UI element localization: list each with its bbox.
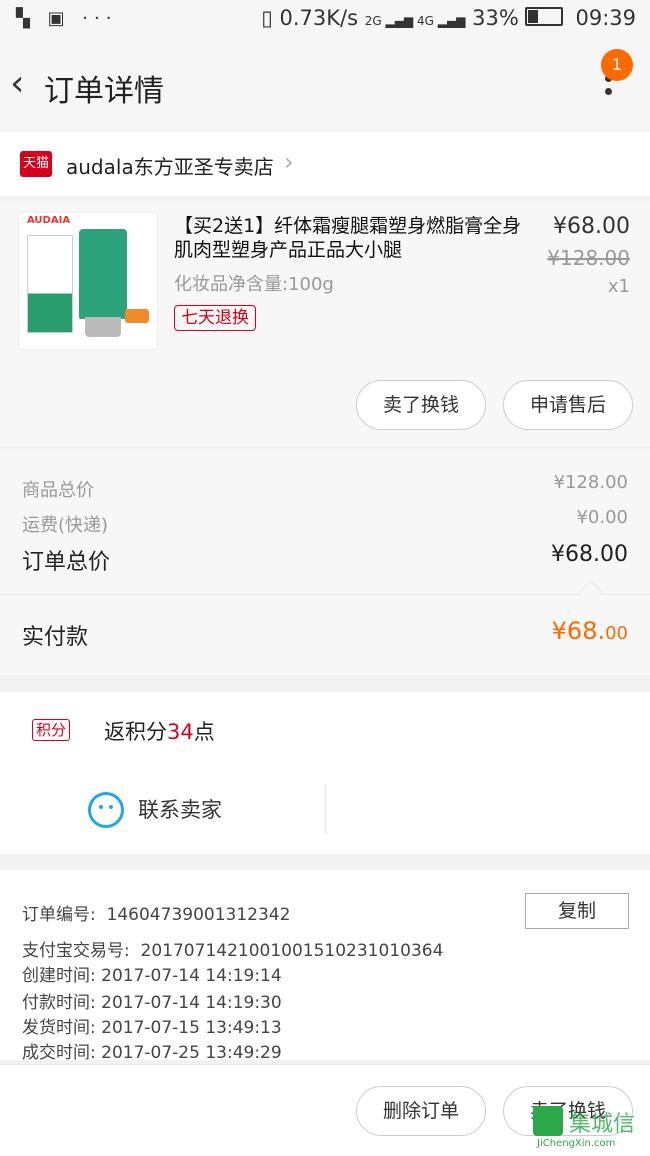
shipping-value: ¥0.00 bbox=[576, 507, 628, 528]
order-total-value: ¥68.00 bbox=[551, 542, 628, 567]
after-sales-button[interactable]: 申请售后 bbox=[503, 380, 633, 430]
product-quantity: x1 bbox=[607, 276, 630, 297]
status-right: ▯ 0.73K/s 2G ▂▄▆ 4G ▂▄▆ 33% 09:39 bbox=[261, 6, 636, 30]
service-tag: 七天退换 bbox=[174, 305, 256, 331]
shipping-label: 运费(快递) bbox=[22, 515, 109, 536]
product-spec: 化妆品净含量:100g bbox=[174, 274, 334, 295]
battery-percent: 33% bbox=[472, 6, 519, 30]
product-cap-graphic bbox=[85, 317, 121, 337]
shop-name: audala东方亚圣专卖店 bbox=[66, 155, 274, 179]
contact-seller-button[interactable]: 联系卖家 bbox=[138, 794, 222, 824]
order-total-label: 订单总价 bbox=[22, 550, 111, 575]
watermark: 集城信 JiChengXin.com bbox=[533, 1106, 650, 1154]
tmall-icon: 天猫 bbox=[20, 151, 52, 177]
product-name: 【买2送1】纤体霜瘦腿霜塑身燃脂膏全身肌肉型塑身产品正品大小腿 bbox=[174, 215, 522, 261]
paid-value: ¥68.00 bbox=[551, 617, 628, 645]
battery-icon bbox=[524, 7, 563, 26]
closed-row: 成交时间: 2017-07-25 13:49:29 bbox=[22, 1043, 282, 1063]
product-tube-graphic bbox=[79, 229, 127, 319]
paid-row: 实付款 ¥68.00 bbox=[0, 594, 650, 675]
notification-badge: 1 bbox=[601, 49, 633, 81]
goods-total-label: 商品总价 bbox=[22, 480, 94, 501]
page-title: 订单详情 bbox=[44, 74, 164, 109]
app-header: ‹ 订单详情 bbox=[0, 40, 650, 132]
vibrate-icon: ▯ bbox=[261, 6, 273, 30]
divider bbox=[325, 784, 326, 834]
paid-label: 实付款 bbox=[22, 625, 89, 650]
goods-total-value: ¥128.00 bbox=[553, 472, 628, 493]
copy-button[interactable]: 复制 bbox=[525, 893, 629, 929]
product-box-graphic bbox=[27, 235, 73, 333]
alipay-row: 支付宝交易号: 2017071421001001510231010364 bbox=[22, 941, 444, 961]
status-bar: ▚ ▣ ··· ▯ 0.73K/s 2G ▂▄▆ 4G ▂▄▆ 33% 09:3… bbox=[0, 0, 650, 40]
product-image-brand: AUDAIA bbox=[27, 215, 71, 226]
shipped-row: 发货时间: 2017-07-15 13:49:13 bbox=[22, 1018, 282, 1038]
product-price: ¥68.00 bbox=[553, 214, 630, 239]
points-text: 返积分34点 bbox=[104, 720, 215, 744]
product-card[interactable]: AUDAIA 【买2送1】纤体霜瘦腿霜塑身燃脂膏全身肌肉型塑身产品正品大小腿 化… bbox=[0, 202, 650, 447]
signal-icon: 2G ▂▄▆ 4G ▂▄▆ bbox=[364, 14, 466, 28]
delete-order-button[interactable]: 删除订单 bbox=[356, 1086, 486, 1136]
shop-row[interactable]: 天猫 audala东方亚圣专卖店 › bbox=[0, 132, 650, 196]
paid-time-row: 付款时间: 2017-07-14 14:19:30 bbox=[22, 993, 282, 1013]
product-soap-graphic bbox=[125, 309, 149, 323]
created-row: 创建时间: 2017-07-14 14:19:14 bbox=[22, 966, 282, 986]
product-image[interactable]: AUDAIA bbox=[18, 212, 158, 350]
points-tag: 积分 bbox=[32, 719, 71, 741]
status-left-icons: ▚ ▣ ··· bbox=[16, 8, 118, 29]
net-speed: 0.73K/s bbox=[279, 6, 359, 30]
watermark-text: 集城信 bbox=[569, 1112, 636, 1137]
chevron-right-icon: › bbox=[284, 148, 294, 176]
order-info: 订单编号: 14604739001312342 复制 支付宝交易号: 20170… bbox=[0, 870, 650, 1063]
points-section: 积分 返积分34点 联系卖家 bbox=[0, 692, 650, 854]
product-original-price: ¥128.00 bbox=[547, 246, 630, 270]
resell-button[interactable]: 卖了换钱 bbox=[356, 380, 486, 430]
watermark-url: JiChengXin.com bbox=[537, 1138, 616, 1149]
chat-face-icon[interactable] bbox=[88, 792, 124, 828]
back-arrow-icon[interactable]: ‹ bbox=[10, 66, 24, 102]
watermark-logo-icon bbox=[533, 1106, 563, 1136]
order-number: 14604739001312342 bbox=[106, 905, 291, 925]
order-number-row: 订单编号: 14604739001312342 bbox=[22, 905, 291, 925]
clock: 09:39 bbox=[575, 6, 636, 30]
price-summary: 商品总价 ¥128.00 运费(快递) ¥0.00 订单总价 ¥68.00 bbox=[0, 450, 650, 594]
